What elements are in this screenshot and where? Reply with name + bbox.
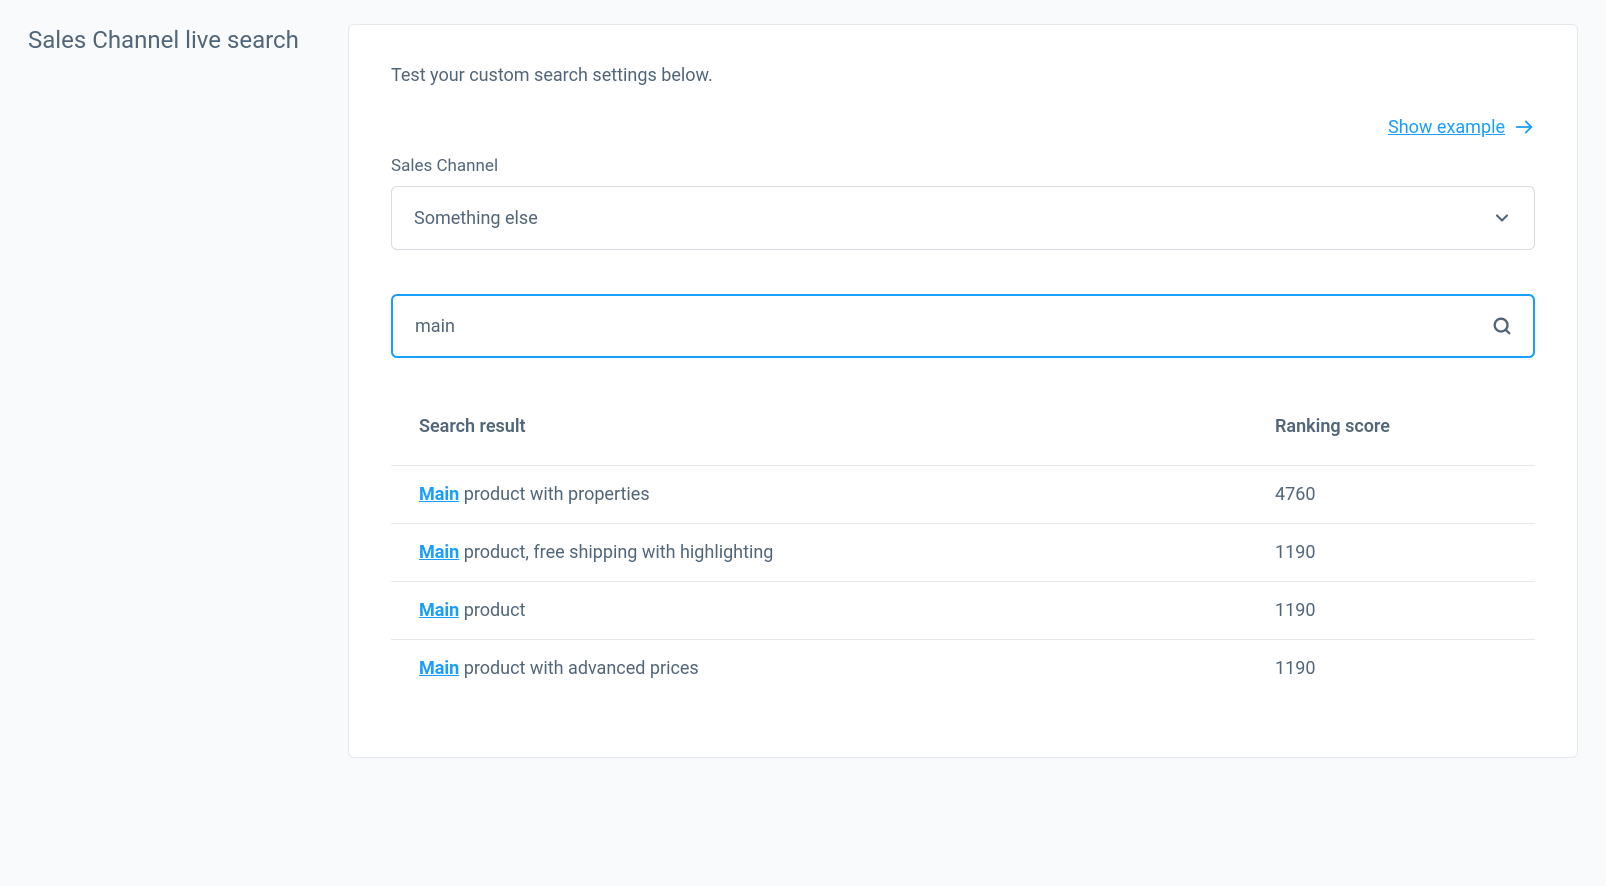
result-cell: Main product with properties bbox=[391, 466, 1275, 524]
score-cell: 4760 bbox=[1275, 466, 1535, 524]
search-icon bbox=[1491, 315, 1513, 337]
result-rest: product, free shipping with highlighting bbox=[459, 542, 773, 563]
result-cell: Main product bbox=[391, 582, 1275, 640]
result-cell: Main product with advanced prices bbox=[391, 640, 1275, 698]
intro-text: Test your custom search settings below. bbox=[391, 65, 1535, 86]
table-row: Main product, free shipping with highlig… bbox=[391, 524, 1535, 582]
table-row: Main product with properties4760 bbox=[391, 466, 1535, 524]
show-example-link[interactable]: Show example bbox=[1388, 116, 1535, 138]
score-cell: 1190 bbox=[1275, 524, 1535, 582]
result-highlight-link[interactable]: Main bbox=[419, 600, 459, 621]
score-cell: 1190 bbox=[1275, 582, 1535, 640]
search-input[interactable] bbox=[391, 294, 1535, 358]
result-rest: product with properties bbox=[459, 484, 649, 505]
sales-channel-select[interactable]: Something else bbox=[391, 186, 1535, 250]
result-rest: product bbox=[459, 600, 525, 621]
table-row: Main product1190 bbox=[391, 582, 1535, 640]
result-highlight-link[interactable]: Main bbox=[419, 484, 459, 505]
page-title: Sales Channel live search bbox=[28, 24, 318, 58]
result-rest: product with advanced prices bbox=[459, 658, 698, 679]
column-header-score: Ranking score bbox=[1275, 416, 1535, 466]
search-button[interactable] bbox=[1487, 311, 1517, 341]
sales-channel-value: Something else bbox=[414, 208, 538, 229]
arrow-right-icon bbox=[1513, 116, 1535, 138]
sales-channel-label: Sales Channel bbox=[391, 156, 1535, 176]
result-highlight-link[interactable]: Main bbox=[419, 658, 459, 679]
column-header-result: Search result bbox=[391, 416, 1275, 466]
score-cell: 1190 bbox=[1275, 640, 1535, 698]
result-cell: Main product, free shipping with highlig… bbox=[391, 524, 1275, 582]
result-highlight-link[interactable]: Main bbox=[419, 542, 459, 563]
show-example-label: Show example bbox=[1388, 117, 1505, 138]
results-table: Search result Ranking score Main product… bbox=[391, 416, 1535, 697]
table-row: Main product with advanced prices1190 bbox=[391, 640, 1535, 698]
chevron-down-icon bbox=[1492, 208, 1512, 228]
live-search-card: Test your custom search settings below. … bbox=[348, 24, 1578, 758]
